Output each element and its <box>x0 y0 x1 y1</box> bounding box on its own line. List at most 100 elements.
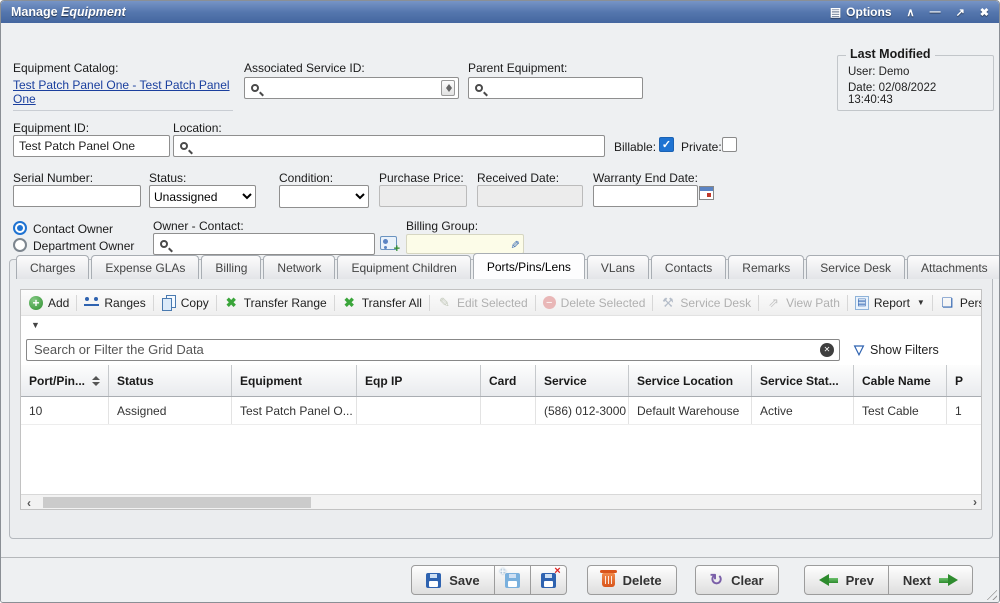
toolbar-button-label: Perspectives <box>960 296 982 310</box>
cell: Test Patch Panel O... <box>232 397 357 424</box>
add-contact-icon[interactable] <box>380 236 397 250</box>
status-select[interactable]: Unassigned <box>149 185 256 208</box>
associated-service-id-input[interactable] <box>264 79 458 97</box>
options-menu-button[interactable]: ▤ Options <box>830 5 892 19</box>
ranges-button[interactable]: Ranges <box>84 295 145 310</box>
tab-charges[interactable]: Charges <box>16 255 89 279</box>
manage-equipment-window: Manage Equipment ▤ Options ∧ — ↗ ✖ Equip… <box>0 0 1000 603</box>
tab-network[interactable]: Network <box>263 255 335 279</box>
perspectives-button[interactable]: ❏Perspectives <box>940 295 982 310</box>
column-header-service-stat-[interactable]: Service Stat... <box>752 365 854 396</box>
column-header-status[interactable]: Status <box>109 365 232 396</box>
owner-contact-field[interactable] <box>153 233 375 255</box>
tab-ports-pins-lens[interactable]: Ports/Pins/Lens <box>473 253 585 279</box>
copy-icon <box>161 295 176 310</box>
clear-search-icon[interactable]: ✕ <box>820 343 834 357</box>
associated-service-id-field[interactable] <box>244 77 459 99</box>
warranty-end-date-input[interactable] <box>593 185 698 207</box>
collapse-icon[interactable]: ∧ <box>907 6 915 19</box>
search-icon <box>180 142 188 150</box>
delete-button[interactable]: Delete <box>587 565 677 595</box>
condition-label: Condition: <box>279 171 333 185</box>
scrollbar-thumb[interactable] <box>43 497 311 508</box>
toolbar-overflow-caret-icon[interactable]: ▼ <box>31 320 40 330</box>
column-header-label: Status <box>117 374 154 388</box>
column-header-equipment[interactable]: Equipment <box>232 365 357 396</box>
column-header-cable-name[interactable]: Cable Name <box>854 365 947 396</box>
column-header-service-location[interactable]: Service Location <box>629 365 752 396</box>
tab-vlans[interactable]: VLans <box>587 255 649 279</box>
show-filters-button[interactable]: ▽ Show Filters <box>854 342 939 358</box>
close-icon[interactable]: ✖ <box>980 6 989 19</box>
view-path-button: ⇗View Path <box>766 295 840 310</box>
cell: Assigned <box>109 397 232 424</box>
sort-icon[interactable] <box>92 376 100 386</box>
grid-body: 10AssignedTest Patch Panel O...(586) 012… <box>21 397 981 494</box>
show-filters-label: Show Filters <box>870 343 939 357</box>
private-checkbox[interactable] <box>722 137 737 152</box>
save-and-close-icon: × <box>541 573 556 588</box>
tab-equipment-children[interactable]: Equipment Children <box>337 255 470 279</box>
transfer-all-button[interactable]: ✖Transfer All <box>342 295 422 310</box>
column-header-p[interactable]: P <box>947 365 982 396</box>
popout-icon[interactable]: ↗ <box>956 6 965 19</box>
column-header-port-pin-[interactable]: Port/Pin... <box>21 365 109 396</box>
column-header-card[interactable]: Card <box>481 365 536 396</box>
transfer-range-button[interactable]: ✖Transfer Range <box>224 295 327 310</box>
tab-expense-glas[interactable]: Expense GLAs <box>91 255 199 279</box>
billable-checkbox[interactable]: ✓ <box>659 137 674 152</box>
horizontal-scrollbar[interactable]: ‹ › <box>21 494 981 510</box>
next-button[interactable]: Next <box>889 565 973 595</box>
parent-equipment-field[interactable] <box>468 77 643 99</box>
equipment-catalog-link[interactable]: Test Patch Panel One - Test Patch Panel … <box>13 78 230 106</box>
tab-contacts[interactable]: Contacts <box>651 255 726 279</box>
save-button[interactable]: Save <box>411 565 494 595</box>
save-and-close-button[interactable]: × <box>531 565 567 595</box>
prev-button[interactable]: Prev <box>804 565 889 595</box>
toolbar-button-label: Delete Selected <box>561 296 646 310</box>
prev-button-label: Prev <box>846 573 874 588</box>
contact-owner-radio[interactable] <box>13 221 27 235</box>
save-icon <box>426 573 441 588</box>
remove-icon: − <box>543 296 556 309</box>
parent-equipment-input[interactable] <box>488 79 642 97</box>
scroll-left-icon[interactable]: ‹ <box>21 496 37 510</box>
window-title-emphasis: Equipment <box>61 5 126 19</box>
minimize-icon[interactable]: — <box>930 6 941 18</box>
column-header-service[interactable]: Service <box>536 365 629 396</box>
scroll-right-icon[interactable]: › <box>973 495 977 509</box>
associated-service-id-label: Associated Service ID: <box>244 61 365 75</box>
tab-remarks[interactable]: Remarks <box>728 255 804 279</box>
owner-contact-input[interactable] <box>173 235 374 253</box>
add-button[interactable]: +Add <box>29 296 69 310</box>
grid-search-input[interactable] <box>26 339 840 361</box>
table-row[interactable]: 10AssignedTest Patch Panel O...(586) 012… <box>21 397 981 425</box>
spinner-button[interactable] <box>441 80 455 96</box>
toolbar-separator <box>76 295 77 311</box>
cell: 10 <box>21 397 109 424</box>
save-and-new-button[interactable]: + <box>495 565 531 595</box>
department-owner-label: Department Owner <box>33 239 134 253</box>
tab-billing[interactable]: Billing <box>201 255 261 279</box>
equipment-id-input[interactable] <box>13 135 170 157</box>
serial-number-input[interactable] <box>13 185 141 207</box>
location-field[interactable] <box>173 135 605 157</box>
service-desk-button: ⚒Service Desk <box>660 295 751 310</box>
search-icon <box>251 84 259 92</box>
column-header-eqp-ip[interactable]: Eqp IP <box>357 365 481 396</box>
clear-button[interactable]: ↻ Clear <box>695 565 779 595</box>
calendar-icon[interactable] <box>699 186 714 200</box>
department-owner-radio[interactable] <box>13 238 27 252</box>
column-header-label: Port/Pin... <box>29 374 85 388</box>
toolbar-button-label: Copy <box>181 296 209 310</box>
toolbar-button-label: Transfer All <box>362 296 422 310</box>
condition-select[interactable] <box>279 185 369 208</box>
tab-service-desk[interactable]: Service Desk <box>806 255 905 279</box>
grid-header: Port/Pin...StatusEquipmentEqp IPCardServ… <box>21 365 981 397</box>
copy-button[interactable]: Copy <box>161 295 209 310</box>
billing-group-field[interactable]: ✎ <box>406 234 524 254</box>
location-input[interactable] <box>193 137 604 155</box>
report-button[interactable]: ▤Report▼ <box>855 296 925 310</box>
cell: Test Cable <box>854 397 947 424</box>
tab-attachments[interactable]: Attachments <box>907 255 1000 279</box>
